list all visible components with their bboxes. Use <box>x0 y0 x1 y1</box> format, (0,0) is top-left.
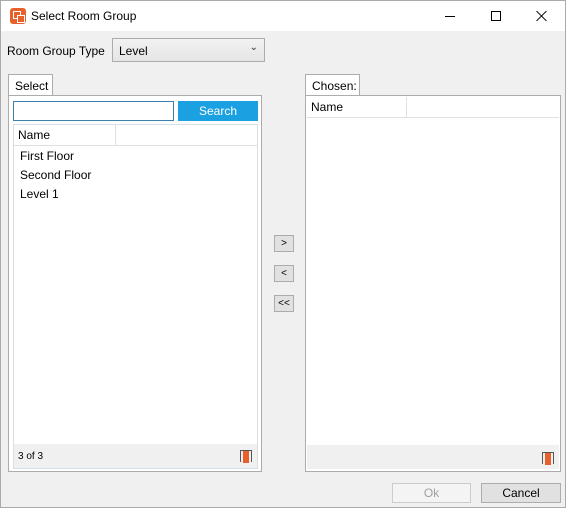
list-item[interactable]: Level 1 <box>14 185 257 204</box>
room-group-type-value: Level <box>119 44 148 58</box>
minimize-icon <box>445 15 455 17</box>
door-icon <box>239 449 253 463</box>
close-icon <box>536 10 548 22</box>
chevron-down-icon: ⌄ <box>249 42 258 53</box>
add-button[interactable]: > <box>274 235 294 252</box>
chosen-panel: Name <box>305 95 561 472</box>
door-icon <box>541 451 555 465</box>
room-group-type-label: Room Group Type <box>7 44 105 58</box>
list-header: Name <box>14 125 257 146</box>
list-item[interactable]: Second Floor <box>14 166 257 185</box>
ok-button[interactable]: Ok <box>392 483 471 503</box>
column-header-name[interactable]: Name <box>14 125 116 146</box>
room-group-type-select[interactable]: Level ⌄ <box>112 38 265 62</box>
maximize-button[interactable] <box>473 1 519 31</box>
search-button[interactable]: Search <box>178 101 258 121</box>
list-footer <box>307 445 559 469</box>
available-list[interactable]: Name First Floor Second Floor Level 1 3 … <box>13 124 258 469</box>
window-title: Select Room Group <box>31 9 137 23</box>
tab-select[interactable]: Select <box>8 74 53 96</box>
app-icon <box>10 8 26 24</box>
cancel-button[interactable]: Cancel <box>481 483 561 503</box>
list-footer: 3 of 3 <box>14 444 257 468</box>
tab-chosen[interactable]: Chosen: <box>305 74 360 96</box>
select-panel: Search Name First Floor Second Floor Lev… <box>8 95 262 472</box>
close-button[interactable] <box>519 1 565 31</box>
title-bar[interactable]: Select Room Group <box>1 1 565 31</box>
remove-button[interactable]: < <box>274 265 294 282</box>
tab-chosen-label: Chosen: <box>312 79 357 93</box>
list-item[interactable]: First Floor <box>14 147 257 166</box>
search-input[interactable] <box>13 101 174 121</box>
remove-all-button[interactable]: << <box>274 295 294 312</box>
item-count: 3 of 3 <box>18 451 44 462</box>
list-header: Name <box>307 97 559 118</box>
list-rows: First Floor Second Floor Level 1 <box>14 147 257 204</box>
dialog-window: Select Room Group Room Group Type Level … <box>0 0 566 508</box>
chosen-list[interactable]: Name <box>307 97 559 469</box>
tab-select-label: Select <box>15 79 49 93</box>
maximize-icon <box>491 11 501 21</box>
minimize-button[interactable] <box>427 1 473 31</box>
column-header-name[interactable]: Name <box>307 97 407 118</box>
